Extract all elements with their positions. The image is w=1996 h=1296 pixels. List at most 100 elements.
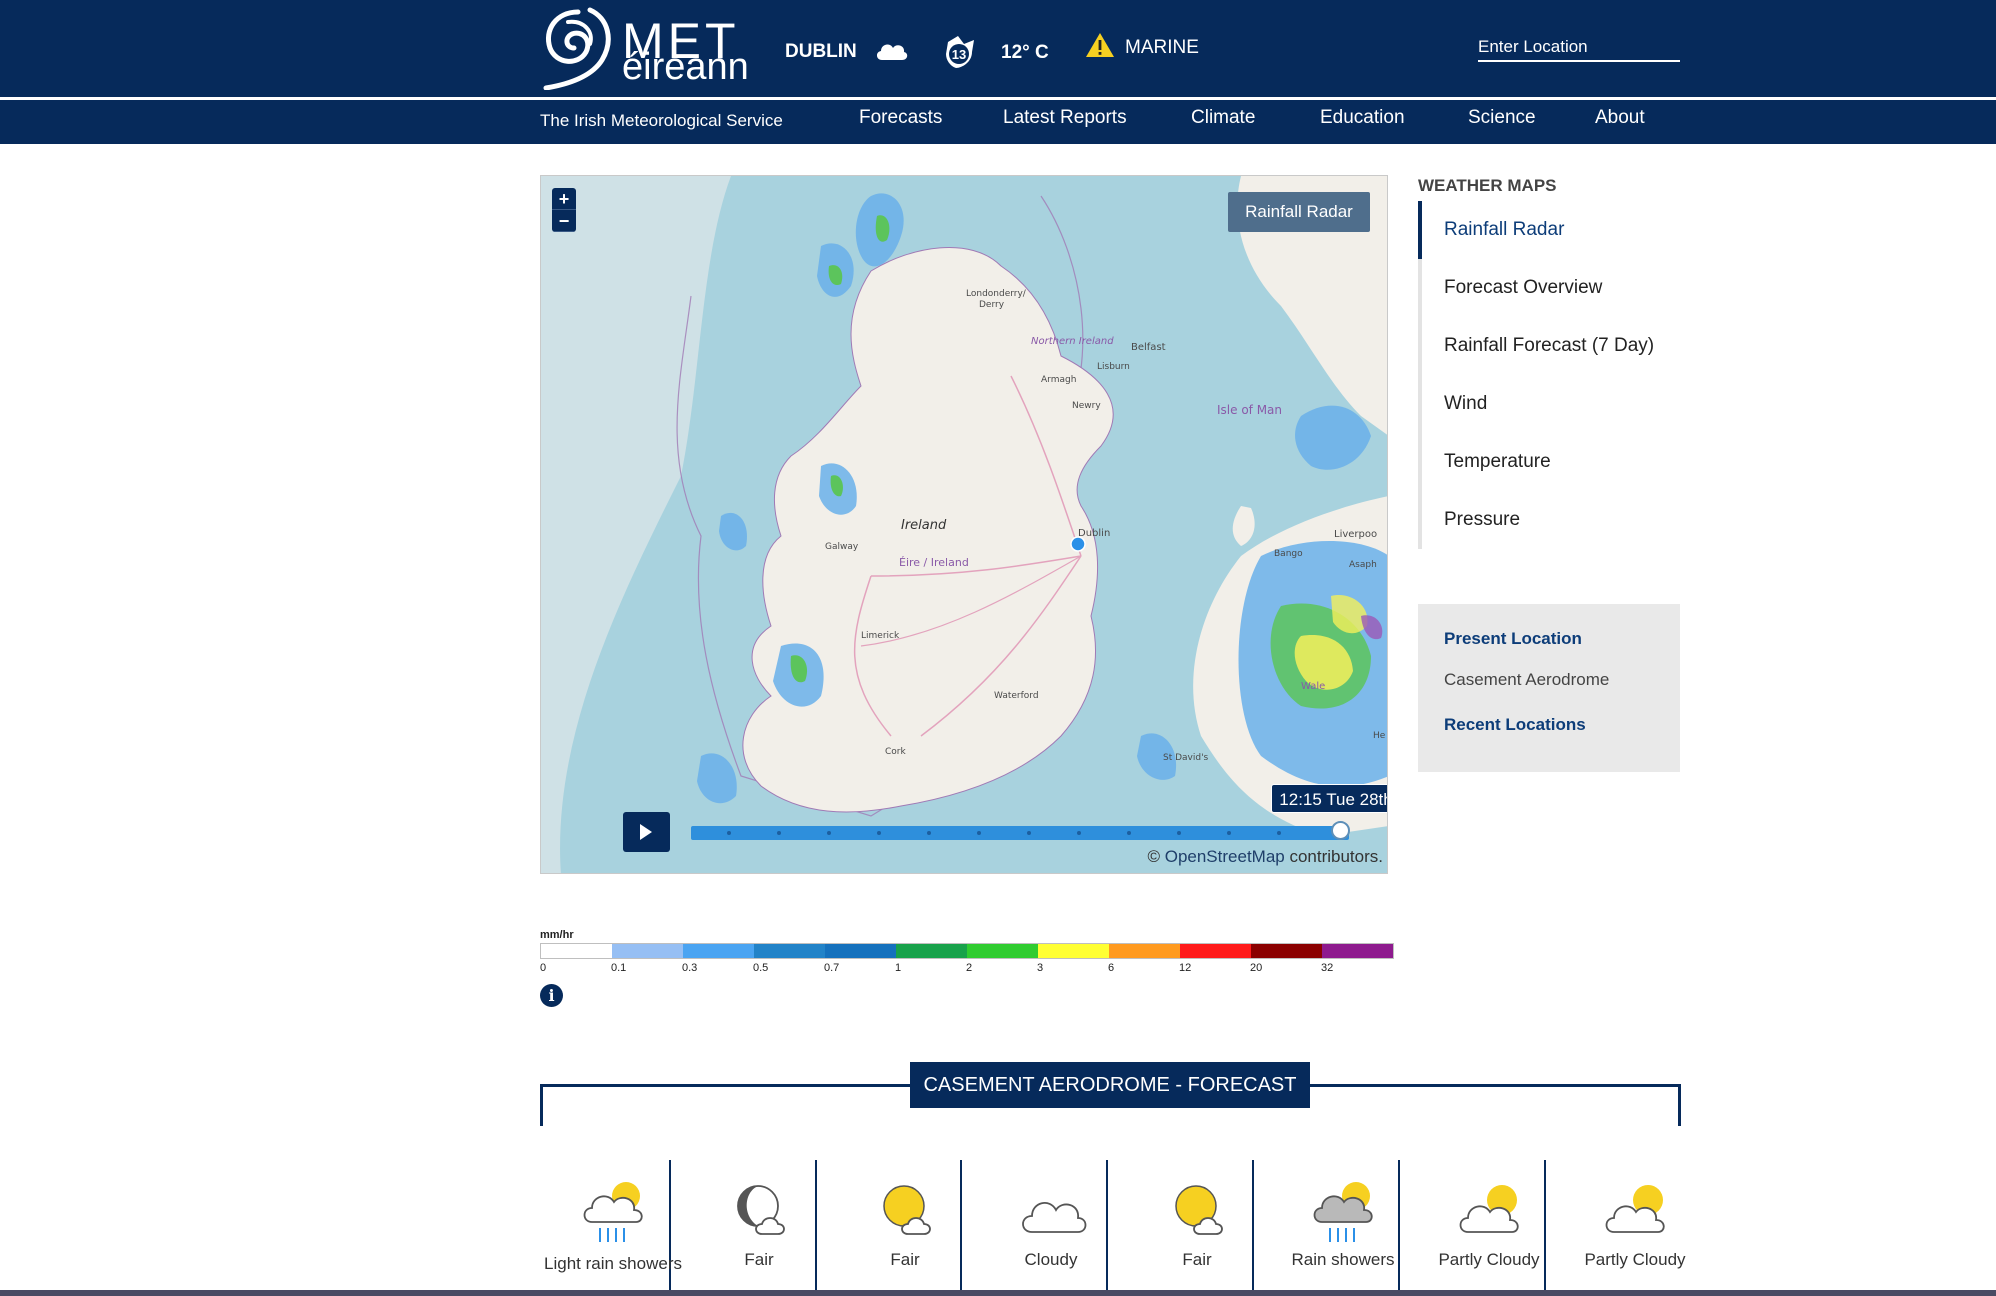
play-icon [640, 824, 652, 840]
map-label-limerick: Limerick [861, 631, 900, 641]
sidebar-item-wind[interactable]: Wind [1418, 375, 1680, 433]
forecast-day[interactable]: Fair [1124, 1160, 1270, 1296]
forecast-day[interactable]: Partly Cloudy [1416, 1160, 1562, 1296]
legend-tick-label: 0.3 [682, 962, 698, 974]
timeline-handle[interactable] [1331, 821, 1350, 840]
legend-tick-label: 2 [966, 962, 973, 974]
met-eireann-logo[interactable]: MET éireann [538, 4, 760, 91]
sidebar-item-forecast-overview[interactable]: Forecast Overview [1418, 259, 1680, 317]
logo-text-eireann: éireann [622, 46, 749, 88]
map-label-northern-ireland: Northern Ireland [1031, 336, 1114, 347]
zoom-control: + − [552, 188, 576, 232]
map-label-belfast: Belfast [1131, 342, 1166, 353]
forecast-label: Partly Cloudy [1584, 1250, 1686, 1269]
forecast-label: Partly Cloudy [1438, 1250, 1540, 1269]
forecast-label: Rain showers [1291, 1250, 1395, 1269]
forecast-title: CASEMENT AERODROME - FORECAST [910, 1062, 1310, 1108]
forecast-day[interactable]: Fair [686, 1160, 832, 1296]
forecast-day[interactable]: Partly Cloudy [1562, 1160, 1708, 1296]
forecast-day[interactable]: Fair [832, 1160, 978, 1296]
uv-index-icon: 13 [946, 36, 974, 68]
sidebar-item-temperature[interactable]: Temperature [1418, 433, 1680, 491]
location-search-input[interactable] [1478, 34, 1680, 62]
fair-day-icon [1175, 1185, 1223, 1235]
map-label-derry: Londonderry/ [966, 289, 1027, 299]
legend-tick-label: 20 [1250, 962, 1263, 974]
map-label-newry: Newry [1072, 401, 1101, 411]
forecast-day[interactable]: Rain showers [1270, 1160, 1416, 1296]
legend-swatch [683, 944, 754, 958]
rainfall-radar-map[interactable]: Londonderry/ Derry Northern Ireland Belf… [540, 175, 1388, 874]
zoom-out-button[interactable]: − [552, 210, 576, 232]
legend-swatch [541, 944, 612, 958]
warning-icon[interactable] [1085, 32, 1115, 58]
sidebar-item-rainfall-forecast[interactable]: Rainfall Forecast (7 Day) [1418, 317, 1680, 375]
cloudy-icon [1022, 1202, 1087, 1233]
main-nav-bar [0, 100, 1996, 144]
legend-tick-label: 3 [1037, 962, 1044, 974]
marine-link[interactable]: MARINE [1125, 37, 1199, 59]
forecast-day[interactable]: Cloudy [978, 1160, 1124, 1296]
map-label-ireland: Ireland [901, 518, 947, 533]
radar-map-canvas[interactable]: Londonderry/ Derry Northern Ireland Belf… [541, 176, 1388, 874]
attribution-prefix: © [1147, 847, 1165, 866]
weather-maps-heading: WEATHER MAPS [1418, 176, 1557, 195]
legend-swatch [1038, 944, 1109, 958]
rainfall-legend-bar [540, 943, 1394, 959]
cloud-icon [876, 44, 908, 60]
nav-tagline: The Irish Meteorological Service [540, 111, 783, 130]
map-label-bangor: Bango [1274, 549, 1303, 559]
location-panel: Present Location Casement Aerodrome Rece… [1418, 604, 1680, 772]
map-label-derry-2: Derry [979, 300, 1005, 310]
forecast-row: Light rain showers Fair Fair Cloudy Fair [540, 1160, 1686, 1296]
current-temperature: 12° C [1001, 42, 1049, 63]
legend-tick-label: 0 [540, 962, 547, 974]
forecast-label: Cloudy [1024, 1250, 1078, 1269]
nav-about[interactable]: About [1595, 107, 1645, 129]
present-location-value: Casement Aerodrome [1444, 670, 1610, 689]
legend-swatch [1180, 944, 1251, 958]
legend-swatch [1109, 944, 1180, 958]
sidebar-item-pressure[interactable]: Pressure [1418, 491, 1680, 549]
nav-science[interactable]: Science [1468, 107, 1536, 129]
light-rain-showers-icon [583, 1182, 643, 1242]
timeline-steps [727, 831, 1281, 835]
map-label-dublin: Dublin [1078, 528, 1110, 539]
timeline-timestamp: 12:15 Tue 28th [1271, 784, 1387, 813]
zoom-in-button[interactable]: + [552, 188, 576, 210]
fair-night-icon [737, 1185, 785, 1235]
legend-swatch [754, 944, 825, 958]
map-type-badge: Rainfall Radar [1228, 192, 1370, 232]
legend-unit: mm/hr [540, 929, 574, 941]
legend-tick-label: 0.1 [611, 962, 627, 974]
uv-index-value: 13 [952, 47, 966, 62]
map-attribution: © OpenStreetMap contributors. [1147, 847, 1383, 867]
legend-swatch [1251, 944, 1322, 958]
nav-education[interactable]: Education [1320, 107, 1405, 129]
sidebar-item-rainfall-radar[interactable]: Rainfall Radar [1418, 201, 1680, 259]
forecast-label: Fair [1182, 1250, 1212, 1269]
legend-swatch [967, 944, 1038, 958]
info-icon[interactable]: i [540, 984, 563, 1007]
bottom-strip [0, 1290, 1996, 1296]
legend-tick-label: 0.7 [824, 962, 840, 974]
play-button[interactable] [623, 812, 670, 852]
map-label-lisburn: Lisburn [1097, 362, 1130, 372]
map-label-asaph: Asaph [1349, 560, 1377, 570]
legend-swatch [896, 944, 967, 958]
map-label-waterford: Waterford [994, 691, 1039, 701]
forecast-label: Fair [890, 1250, 920, 1269]
legend-tick-label: 0.5 [753, 962, 769, 974]
current-city[interactable]: DUBLIN [785, 41, 857, 63]
forecast-day[interactable]: Light rain showers [540, 1160, 686, 1296]
nav-latest-reports[interactable]: Latest Reports [1003, 107, 1127, 129]
forecast-label: Fair [744, 1250, 774, 1269]
nav-climate[interactable]: Climate [1191, 107, 1255, 129]
timeline-slider[interactable] [691, 826, 1349, 840]
map-label-cork: Cork [885, 747, 906, 757]
openstreetmap-link[interactable]: OpenStreetMap [1165, 847, 1285, 866]
swirl-logo-icon [543, 7, 611, 91]
present-location-heading[interactable]: Present Location [1444, 629, 1582, 649]
recent-locations-heading[interactable]: Recent Locations [1444, 715, 1586, 735]
nav-forecasts[interactable]: Forecasts [859, 107, 942, 129]
